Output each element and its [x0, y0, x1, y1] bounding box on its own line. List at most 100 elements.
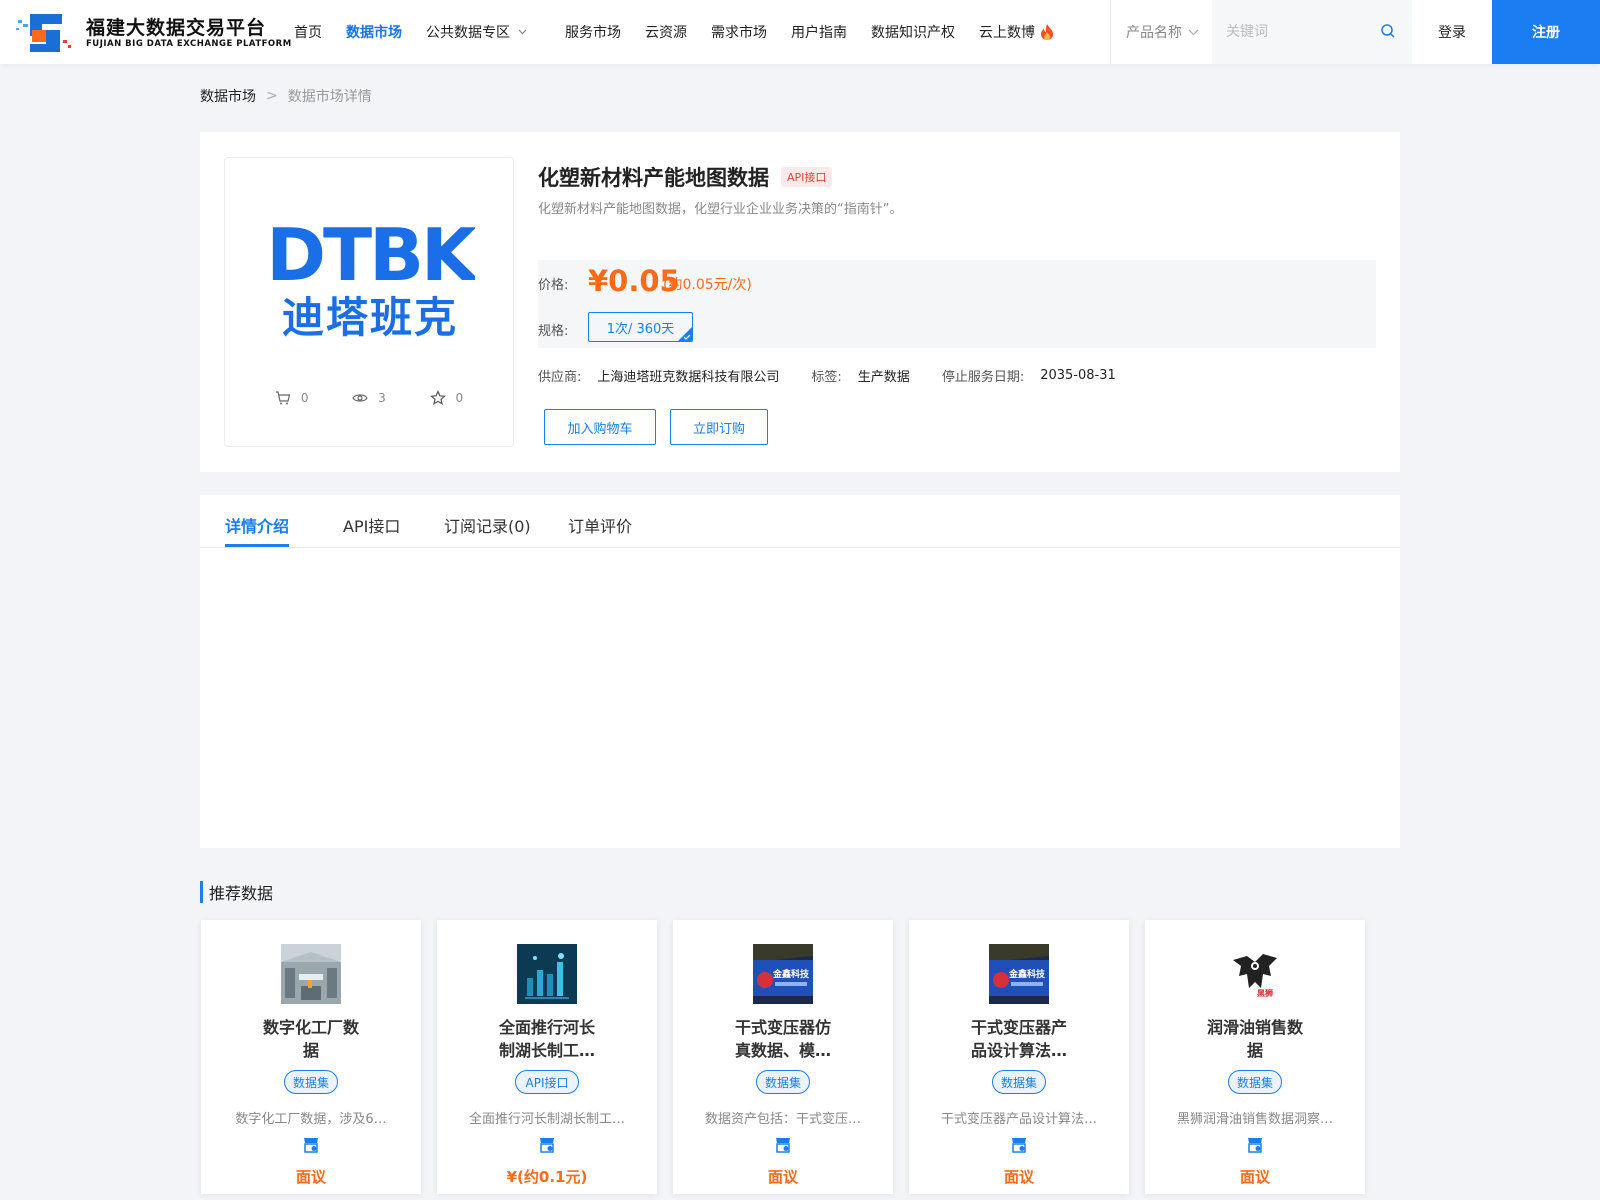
- svg-text:DTBK: DTBK: [266, 218, 475, 297]
- search-box: [1212, 0, 1412, 64]
- stop-date-label: 停止服务日期:: [941, 370, 1025, 385]
- breadcrumb-separator: >: [266, 88, 278, 104]
- buy-now-button[interactable]: 立即订购: [670, 409, 768, 445]
- platform-logo[interactable]: 福建大数据交易平台 FUJIAN BIG DATA EXCHANGE PLATF…: [16, 10, 291, 54]
- product-description: 化塑新材料产能地图数据，化塑行业企业业务决策的“指南针”。: [538, 202, 903, 217]
- cart-stat: 0: [275, 390, 308, 406]
- product-type-badge: API接口: [781, 167, 833, 187]
- heading-accent-bar: [200, 881, 203, 903]
- nav-label: 需求市场: [711, 25, 767, 41]
- nav-data-ip[interactable]: 数据知识产权: [871, 22, 955, 42]
- favorite-stat[interactable]: 0: [429, 390, 464, 406]
- active-tab-indicator: [225, 544, 289, 547]
- black-lion-logo-image: 黑狮: [1225, 944, 1285, 1004]
- register-button[interactable]: 注册: [1492, 0, 1600, 64]
- spec-option-selected[interactable]: 1次/ 360天: [588, 312, 693, 342]
- search-icon[interactable]: [1380, 23, 1396, 39]
- nav-label: 服务市场: [565, 25, 621, 41]
- nav-home[interactable]: 首页: [294, 22, 322, 42]
- recommended-card[interactable]: 全面推行河长 制湖长制工… API接口 全面推行河长制湖长制工… ¥(约0.1元…: [437, 920, 657, 1194]
- nav-label: 云资源: [645, 25, 687, 41]
- check-icon: [683, 334, 691, 340]
- product-card: DTBK 迪塔班克 0 3 0 化塑新材料产能地图数据 API接口 化塑新材料产…: [200, 132, 1400, 472]
- product-meta: 供应商: 上海迪塔班克数据科技有限公司 标签: 生产数据 停止服务日期: 203…: [538, 366, 1148, 385]
- recommended-card-tag: 数据集: [992, 1070, 1046, 1094]
- logo-title: 福建大数据交易平台: [86, 17, 267, 39]
- recommended-card-title: 润滑油销售数 据: [1175, 1016, 1335, 1062]
- product-title-row: 化塑新材料产能地图数据 API接口: [538, 162, 833, 192]
- recommended-card-price: 面议: [767, 1168, 798, 1186]
- search-input[interactable]: [1226, 20, 1366, 44]
- add-to-cart-button[interactable]: 加入购物车: [544, 409, 656, 445]
- chevron-down-icon: [518, 29, 527, 35]
- svg-text:金鑫科技: 金鑫科技: [1008, 968, 1046, 980]
- nav-demand-market[interactable]: 需求市场: [711, 22, 767, 42]
- product-title: 化塑新材料产能地图数据: [538, 166, 769, 190]
- recommended-card-price: 面议: [295, 1168, 326, 1186]
- tab-subscriptions[interactable]: 订阅记录(0): [444, 513, 531, 537]
- title-line: 干式变压器仿: [734, 1018, 831, 1037]
- favorite-count: 0: [455, 391, 464, 405]
- product-stats: 0 3 0: [225, 390, 513, 406]
- svg-text:黑狮: 黑狮: [1257, 988, 1273, 998]
- recommended-card[interactable]: 黑狮 润滑油销售数 据 数据集 黑狮润滑油销售数据洞察… 面议: [1145, 920, 1365, 1194]
- tab-details[interactable]: 详情介绍: [225, 513, 289, 537]
- recommended-card[interactable]: 金鑫科技 干式变压器仿 真数据、模… 数据集 数据资产包括：干式变压… 面议: [673, 920, 893, 1194]
- nav-label: 用户指南: [791, 25, 847, 41]
- recommended-card-tag: 数据集: [756, 1070, 810, 1094]
- top-header: 福建大数据交易平台 FUJIAN BIG DATA EXCHANGE PLATF…: [0, 0, 1600, 64]
- search-type-select[interactable]: 产品名称: [1126, 0, 1199, 64]
- supplier-value: 上海迪塔班克数据科技有限公司: [597, 370, 780, 385]
- title-line: 据: [302, 1041, 319, 1060]
- recommended-card-title: 数字化工厂数 据: [231, 1016, 391, 1062]
- shop-icon: [776, 1138, 790, 1153]
- recommended-card[interactable]: 金鑫科技 干式变压器产 品设计算法… 数据集 干式变压器产品设计算法… 面议: [909, 920, 1129, 1194]
- shop-icon: [540, 1138, 554, 1153]
- login-button[interactable]: 登录: [1412, 0, 1492, 64]
- recommended-card-description: 数据资产包括：干式变压…: [704, 1112, 861, 1127]
- svg-text:迪塔班克: 迪塔班克: [282, 293, 458, 338]
- recommended-card-price: 面议: [1239, 1168, 1270, 1186]
- flame-icon: [1041, 24, 1053, 40]
- svg-text:金鑫科技: 金鑫科技: [772, 968, 810, 980]
- dtbk-brand-logo: DTBK 迪塔班克: [266, 218, 475, 338]
- search-type-label: 产品名称: [1126, 25, 1182, 41]
- title-line: 品设计算法…: [970, 1041, 1067, 1060]
- recommended-card-description: 全面推行河长制湖长制工…: [468, 1112, 625, 1127]
- stop-date-value: 2035-08-31: [1040, 368, 1116, 383]
- platform-logo-icon: [16, 14, 71, 52]
- title-line: 据: [1246, 1041, 1263, 1060]
- data-tech-image: [517, 944, 577, 1004]
- recommended-heading: 推荐数据: [200, 880, 273, 904]
- recommended-card[interactable]: 数字化工厂数 据 数据集 数字化工厂数据，涉及6… 面议: [201, 920, 421, 1194]
- nav-cloud-expo[interactable]: 云上数博: [979, 22, 1055, 42]
- price-note: (约0.05元/次): [663, 277, 752, 293]
- nav-cloud-resources[interactable]: 云资源: [645, 22, 687, 42]
- shop-icon: [304, 1138, 318, 1153]
- nav-user-guide[interactable]: 用户指南: [791, 22, 847, 42]
- spec-label: 规格:: [538, 324, 569, 339]
- recommended-card-tag: 数据集: [1228, 1070, 1282, 1094]
- title-line: 干式变压器产: [970, 1018, 1067, 1037]
- breadcrumb-root[interactable]: 数据市场: [200, 86, 256, 106]
- title-line: 真数据、模…: [734, 1041, 831, 1060]
- title-line: 全面推行河长: [498, 1018, 595, 1037]
- nav-data-market[interactable]: 数据市场: [346, 22, 402, 42]
- nav-service-market[interactable]: 服务市场: [565, 22, 621, 42]
- tab-reviews[interactable]: 订单评价: [568, 513, 632, 537]
- star-icon: [429, 390, 446, 406]
- tag-value: 生产数据: [857, 370, 910, 385]
- price-label: 价格:: [538, 278, 569, 293]
- header-divider: [1110, 0, 1111, 64]
- recommended-title: 推荐数据: [209, 884, 274, 903]
- spec-option-label: 1次/ 360天: [606, 321, 675, 337]
- nav-public-data[interactable]: 公共数据专区: [426, 22, 527, 42]
- main-nav: 首页 数据市场 公共数据专区 服务市场 云资源 需求市场 用户指南 数据知识产权…: [294, 0, 1079, 64]
- product-thumbnail: DTBK 迪塔班克 0 3 0: [224, 157, 514, 447]
- recommended-card-title: 干式变压器产 品设计算法…: [939, 1016, 1099, 1062]
- recommended-card-tag: 数据集: [284, 1070, 338, 1094]
- view-stat: 3: [352, 390, 386, 406]
- tab-api[interactable]: API接口: [343, 513, 400, 537]
- factory-photo-image: [281, 944, 341, 1004]
- cart-icon: [275, 391, 291, 405]
